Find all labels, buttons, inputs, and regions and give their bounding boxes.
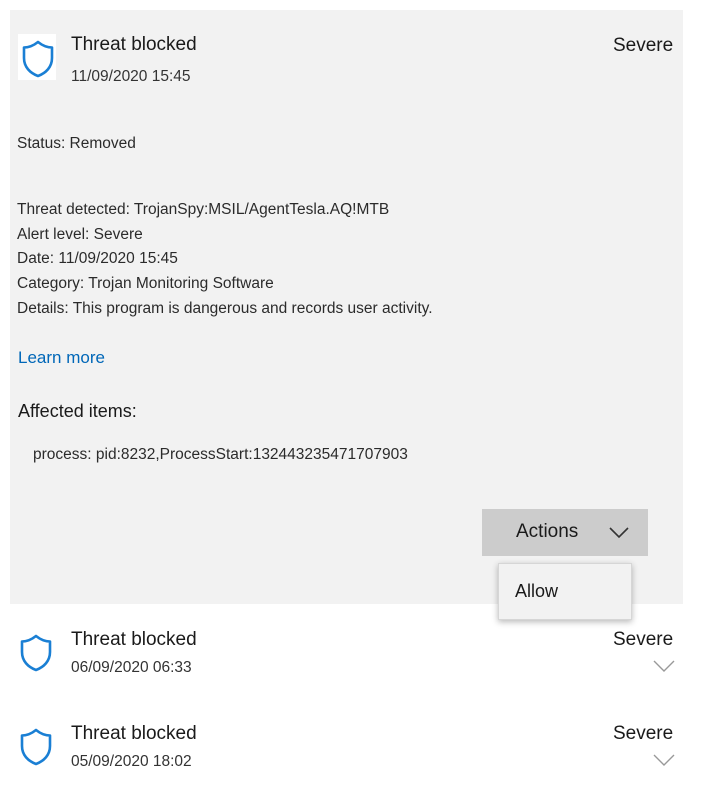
- expanded-threat-panel: Threat blocked 11/09/2020 15:45 Severe S…: [10, 10, 683, 604]
- threat-date: 05/09/2020 18:02: [71, 753, 192, 770]
- threat-severity: Severe: [613, 723, 674, 744]
- chevron-down-icon[interactable]: [652, 753, 676, 767]
- threat-severity: Severe: [613, 35, 674, 56]
- threat-title: Threat blocked: [71, 34, 197, 55]
- learn-more-link[interactable]: Learn more: [18, 348, 105, 368]
- chevron-down-icon[interactable]: [652, 659, 676, 673]
- shield-icon: [20, 634, 56, 674]
- chevron-down-icon: [608, 522, 630, 542]
- menu-item-allow-label: Allow: [515, 581, 559, 601]
- shield-icon: [22, 40, 58, 80]
- detail-threat-detected: Threat detected: TrojanSpy:MSIL/AgentTes…: [17, 201, 390, 218]
- status-line: Status: Removed: [17, 135, 136, 152]
- affected-item: process: pid:8232,ProcessStart:132443235…: [33, 446, 408, 463]
- menu-item-allow[interactable]: Allow: [499, 564, 631, 619]
- detail-alert-level: Alert level: Severe: [17, 226, 143, 243]
- threat-list-item[interactable]: Threat blocked 05/09/2020 18:02 Severe: [10, 706, 683, 786]
- actions-dropdown-button[interactable]: Actions: [482, 509, 648, 556]
- threat-title: Threat blocked: [71, 629, 197, 650]
- shield-icon: [20, 728, 56, 768]
- threat-date: 06/09/2020 06:33: [71, 659, 192, 676]
- detail-date: Date: 11/09/2020 15:45: [17, 250, 178, 267]
- threat-list-item[interactable]: Threat blocked 06/09/2020 06:33 Severe: [10, 612, 683, 692]
- actions-label: Actions: [516, 521, 579, 542]
- detail-description: Details: This program is dangerous and r…: [17, 300, 433, 317]
- detail-category: Category: Trojan Monitoring Software: [17, 275, 274, 292]
- threat-severity: Severe: [613, 629, 674, 650]
- threat-title: Threat blocked: [71, 723, 197, 744]
- threat-date: 11/09/2020 15:45: [71, 68, 191, 85]
- affected-items-heading: Affected items:: [18, 401, 137, 421]
